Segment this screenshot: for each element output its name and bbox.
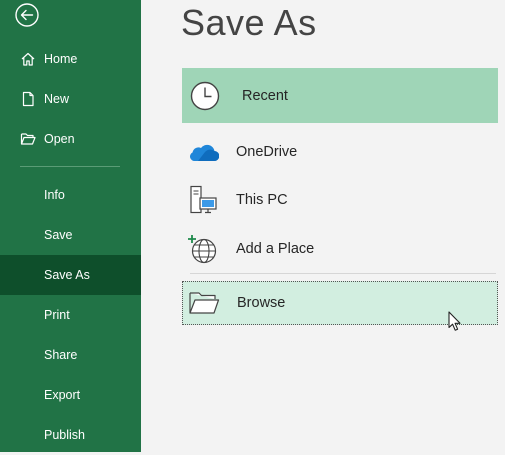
mouse-cursor-icon [448, 311, 461, 331]
sidebar-item-info[interactable]: Info [0, 175, 141, 215]
location-this-pc[interactable]: This PC [182, 180, 498, 220]
sidebar-item-label: Save [44, 228, 73, 242]
sidebar-item-label: Publish [44, 428, 85, 442]
location-add-a-place[interactable]: Add a Place [182, 229, 498, 269]
sidebar-item-label: Export [44, 388, 81, 402]
back-arrow-icon [15, 3, 39, 27]
backstage-sidebar: Home New Open Info Save Save As Print Sh… [0, 0, 141, 452]
back-button[interactable] [12, 0, 42, 30]
sidebar-item-label: New [44, 92, 70, 106]
sidebar-item-save[interactable]: Save [0, 215, 141, 255]
this-pc-icon [186, 183, 220, 217]
page-title: Save As [181, 2, 317, 43]
sidebar-item-print[interactable]: Print [0, 295, 141, 335]
sidebar-item-label: Save As [44, 268, 90, 282]
location-label: This PC [236, 192, 288, 208]
sidebar-item-save-as[interactable]: Save As [0, 255, 141, 295]
sidebar-divider [20, 166, 120, 167]
sidebar-item-share[interactable]: Share [0, 335, 141, 375]
sidebar-item-label: Print [44, 308, 70, 322]
browse-folder-icon [187, 286, 221, 320]
sidebar-item-label: Home [44, 52, 78, 66]
sidebar-item-label: Info [44, 188, 65, 202]
location-onedrive[interactable]: OneDrive [182, 132, 498, 172]
sidebar-item-label: Open [44, 132, 75, 146]
open-folder-icon [19, 130, 37, 148]
locations-divider [190, 273, 496, 274]
home-icon [19, 50, 37, 68]
sidebar-item-home[interactable]: Home [0, 39, 141, 79]
new-document-icon [19, 90, 37, 108]
add-place-globe-icon [186, 232, 220, 266]
location-label: OneDrive [236, 144, 298, 160]
sidebar-item-open[interactable]: Open [0, 119, 141, 159]
sidebar-item-label: Share [44, 348, 78, 362]
location-label: Add a Place [236, 241, 315, 257]
onedrive-cloud-icon [186, 135, 220, 169]
sidebar-item-new[interactable]: New [0, 79, 141, 119]
sidebar-item-publish[interactable]: Publish [0, 415, 141, 455]
clock-icon [188, 79, 222, 113]
location-recent[interactable]: Recent [182, 68, 498, 123]
location-label: Recent [242, 87, 288, 104]
sidebar-item-export[interactable]: Export [0, 375, 141, 415]
location-label: Browse [237, 295, 286, 311]
save-as-panel: Save As Recent OneDrive This PC Add a Pl… [141, 0, 505, 452]
